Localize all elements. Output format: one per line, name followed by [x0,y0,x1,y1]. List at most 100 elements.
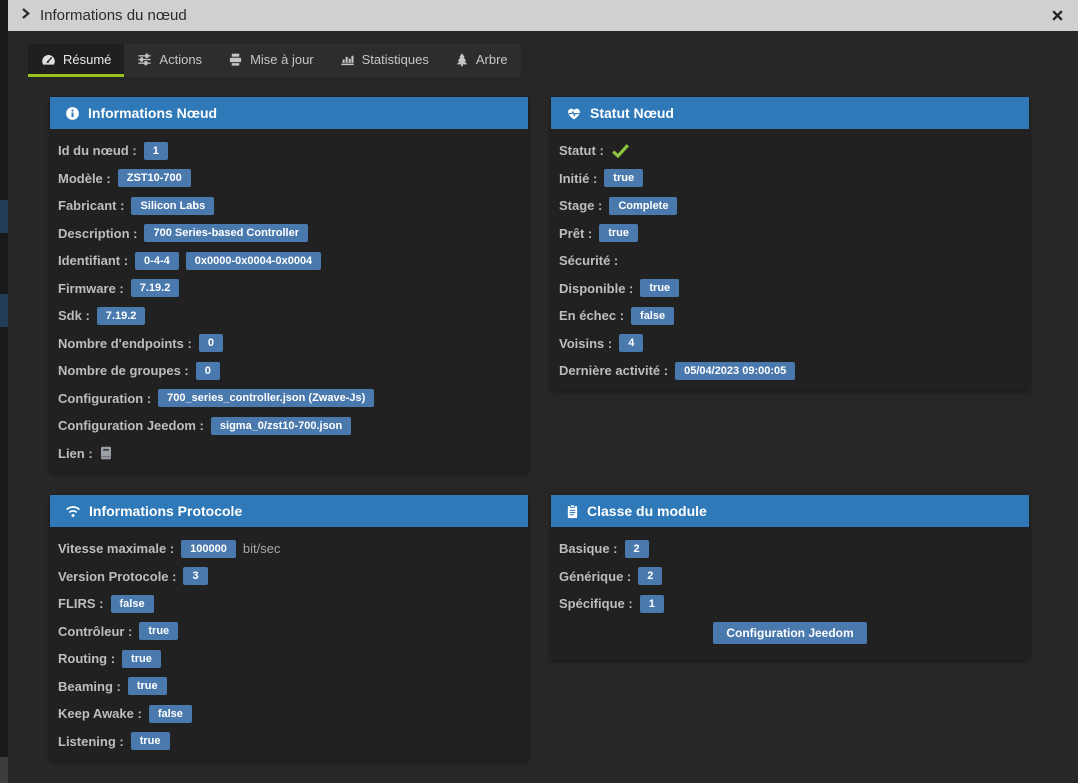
value-badge: 0 [198,334,223,353]
row-label: Routing : [58,651,116,667]
tab-label: Mise à jour [250,51,314,67]
panel-header-node-status: Statut Nœud [551,97,1029,129]
row-label: Beaming : [58,678,121,694]
info-row-statut: Statut : [559,137,1021,165]
row-label: Sdk : [58,308,90,324]
info-row-beaming: Beaming : true [58,673,520,701]
info-row-listening: Listening : true [58,728,520,756]
row-label: Vitesse maximale : [58,541,175,557]
info-row-description: Description : 700 Series-based Controller [58,220,520,248]
info-row-keep-awake: Keep Awake : false [58,700,520,728]
info-row-firmware: Firmware : 7.19.2 [58,275,520,303]
row-label: Listening : [58,733,124,749]
info-row-id-du-n-ud: Id du nœud : 1 [58,137,520,165]
modal-content: Résumé Actions Mise à jour Statistiques Arbr… [8,31,1078,783]
bar-chart-icon [340,52,355,67]
value-badge: sigma_0/zst10-700.json [210,416,352,435]
value-badge: 0 [195,361,220,380]
sliders-icon [137,52,152,67]
close-icon[interactable] [1049,7,1066,24]
info-row-basique: Basique : 2 [559,535,1021,563]
info-row-flirs: FLIRS : false [58,590,520,618]
row-label: Générique : [559,568,632,584]
tab-mise-a-jour[interactable]: Mise à jour [215,44,327,77]
panels-grid: Informations Nœud Id du nœud : 1 Modèle : ZS… [50,97,1078,761]
value-badge: true [604,169,644,188]
value-badge: Silicon Labs [131,196,215,215]
value-suffix: bit/sec [242,541,281,557]
info-row-en-echec: En échec : false [559,302,1021,330]
row-label: Nombre de groupes : [58,363,189,379]
row-label: Dernière activité : [559,363,669,379]
info-row-derniere-activite: Dernière activité : 05/04/2023 09:00:05 [559,357,1021,385]
background-corner-element [0,757,8,783]
background-page-sliver [0,0,8,783]
tab-arbre[interactable]: Arbre [442,44,521,77]
value-badge: 1 [639,594,664,613]
background-fragment [0,294,8,327]
info-row-specifique: Spécifique : 1 [559,590,1021,618]
panel-title: Classe du module [587,503,707,519]
value-badge: false [631,306,675,325]
row-label: Id du nœud : [58,143,137,159]
chevron-right-icon [20,7,31,25]
info-row-configuration: Configuration : 700_series_controller.jso… [58,385,520,413]
modal-titlebar: Informations du nœud [8,0,1078,31]
panel-module-class: Classe du module Basique : 2 Générique : 2 Sp… [551,495,1029,660]
info-row-sdk: Sdk : 7.19.2 [58,302,520,330]
tab-statistiques[interactable]: Statistiques [327,44,442,77]
value-badge: 7.19.2 [130,279,180,298]
tab-label: Actions [159,51,203,67]
info-row-stage: Stage : Complete [559,192,1021,220]
value-badge: false [110,594,154,613]
row-label: Configuration Jeedom : [58,418,204,434]
value-badge: true [122,649,161,668]
info-row-nombre-de-groupes: Nombre de groupes : 0 [58,357,520,385]
value-badge: false [148,704,192,723]
panel-title: Informations Nœud [88,105,218,121]
value-badge: true [130,732,170,751]
tab-resume[interactable]: Résumé [28,44,125,77]
panel-body: Vitesse maximale : 100000 bit/sec Version P… [50,527,528,761]
check-icon [611,143,630,159]
value-badge: 1 [143,141,168,160]
value-badge: 700 Series-based Controller [144,224,308,243]
panel-body: Statut : Initié : true Stage : Complete Prêt … [551,129,1029,391]
info-row-configuration-jeedom: Configuration Jeedom : sigma_0/zst10-700.… [58,412,520,440]
value-badge: 0-4-4 [135,251,179,270]
gauge-icon [41,52,56,67]
info-row-initie: Initié : true [559,165,1021,193]
configuration-jeedom-button[interactable]: Configuration Jeedom [713,621,867,644]
value-badge: ZST10-700 [117,169,191,188]
row-label: Sécurité : [559,253,619,269]
tab-actions[interactable]: Actions [124,44,215,77]
wifi-icon [65,504,81,518]
book-icon[interactable] [100,446,112,460]
row-label: Prêt : [559,225,593,241]
tab-label: Résumé [63,51,112,67]
background-fragment [0,200,8,233]
panel-protocol-info: Informations Protocole Vitesse maximale :… [50,495,528,761]
row-label: Modèle : [58,170,111,186]
row-label: Lien : [58,445,93,461]
value-badge: 0x0000-0x0004-0x0004 [185,251,322,270]
modal-title: Informations du nœud [40,7,187,24]
row-label: Configuration : [58,390,152,406]
value-badge: 4 [619,334,644,353]
row-label: Initié : [559,170,598,186]
info-row-modele: Modèle : ZST10-700 [58,165,520,193]
node-info-modal: Informations du nœud Résumé Actions Mise à… [8,0,1078,783]
info-row-routing: Routing : true [58,645,520,673]
value-badge: 2 [638,567,663,586]
info-row-voisins: Voisins : 4 [559,330,1021,358]
value-badge: 2 [624,539,649,558]
info-row-identifiant: Identifiant : 0-4-4 0x0000-0x0004-0x0004 [58,247,520,275]
info-row-lien: Lien : [58,440,520,468]
tab-label: Statistiques [361,51,429,67]
value-badge: true [640,279,680,298]
row-label: FLIRS : [58,596,104,612]
info-row-fabricant: Fabricant : Silicon Labs [58,192,520,220]
row-label: Description : [58,225,138,241]
tab-label: Arbre [475,51,508,67]
value-badge: 05/04/2023 09:00:05 [675,361,796,380]
